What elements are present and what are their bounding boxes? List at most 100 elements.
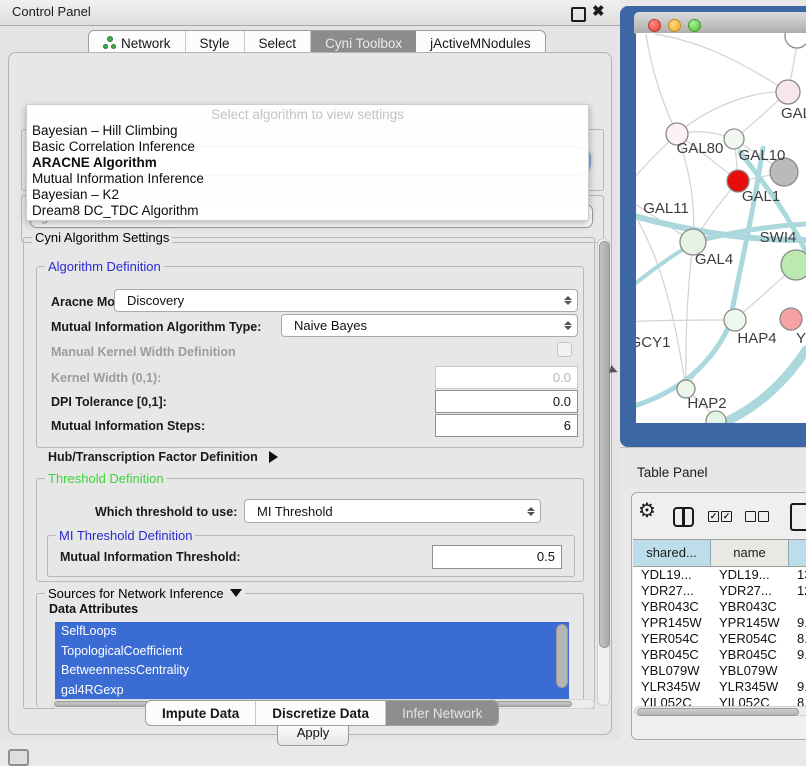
mi-threshold-field[interactable]: 0.5 <box>432 545 562 569</box>
tab-label: Impute Data <box>162 706 239 721</box>
node-label: GCY1 <box>636 334 670 351</box>
combo-spinner-icon <box>522 507 540 516</box>
sources-group-title[interactable]: Sources for Network Inference <box>45 586 245 601</box>
network-window-titlebar[interactable] <box>634 12 806 34</box>
which-threshold-combo[interactable]: MI Threshold <box>244 499 541 523</box>
algorithm-option[interactable]: Bayesian – Hill Climbing <box>27 123 588 139</box>
mi-threshold-group: MI Threshold Definition Mutual Informati… <box>47 535 575 577</box>
column-header[interactable]: shared... <box>633 540 711 566</box>
table-cell: 13 <box>789 567 806 583</box>
mac-close-icon[interactable] <box>648 19 661 32</box>
gear-icon[interactable]: ⚙ <box>638 498 656 523</box>
table-panel-title: Table Panel <box>637 465 708 480</box>
column-header[interactable]: A <box>789 540 806 566</box>
node-label: GAL80 <box>677 140 724 157</box>
deselect-checkbox-icon[interactable] <box>745 511 756 522</box>
mi-type-value: Naive Bayes <box>282 318 559 333</box>
scrollbar-thumb[interactable] <box>599 241 610 648</box>
algorithm-dropdown-popup: Select algorithm to view settings Bayesi… <box>26 104 589 221</box>
aracne-mode-combo[interactable]: Discovery <box>114 289 578 312</box>
table-cell <box>789 599 806 615</box>
table-row[interactable]: YBR045CYBR045C9. <box>633 647 806 663</box>
control-panel-titlebar: Control Panel ✖ <box>0 0 620 26</box>
dpi-tolerance-field[interactable]: 0.0 <box>435 390 578 413</box>
data-attributes-list[interactable]: SelfLoopsTopologicalCoefficientBetweenne… <box>55 622 569 700</box>
mi-steps-field[interactable]: 6 <box>435 414 578 437</box>
table-row[interactable]: YER054CYER054C8. <box>633 631 806 647</box>
column-header[interactable]: name <box>711 540 789 566</box>
network-node[interactable] <box>706 411 726 423</box>
tab-impute-data[interactable]: Impute Data <box>146 701 256 725</box>
attribute-list-item[interactable]: gal4RGexp <box>55 681 569 701</box>
table-cell: YBR045C <box>633 647 711 663</box>
network-node[interactable] <box>785 33 806 48</box>
kernel-width-field[interactable]: 0.0 <box>435 366 578 389</box>
network-edge[interactable] <box>677 92 788 134</box>
settings-vertical-scrollbar[interactable] <box>597 238 610 706</box>
network-edge[interactable] <box>636 320 724 322</box>
table-row[interactable]: YBR043CYBR043C <box>633 599 806 615</box>
select-all-checkbox-icon[interactable]: ✓ <box>708 511 719 522</box>
table-cell: YLR345W <box>633 679 711 695</box>
control-panel-title: Control Panel <box>12 4 91 19</box>
threshold-definition-group: Threshold Definition Which threshold to … <box>36 478 584 582</box>
mi-type-combo[interactable]: Naive Bayes <box>281 314 578 337</box>
float-window-icon[interactable] <box>571 7 586 22</box>
table-cell: YDR27... <box>633 583 711 599</box>
tab-label: Network <box>121 36 171 51</box>
attribute-list-item[interactable]: SelfLoops <box>55 622 569 642</box>
algorithm-option[interactable]: Basic Correlation Inference <box>27 139 588 155</box>
close-icon[interactable]: ✖ <box>592 2 605 20</box>
network-node[interactable] <box>780 308 802 330</box>
network-edge[interactable] <box>655 34 788 92</box>
new-table-icon[interactable] <box>790 503 806 531</box>
network-node[interactable] <box>724 129 744 149</box>
tab-label: Style <box>200 36 230 51</box>
threshold-definition-title: Threshold Definition <box>45 471 167 486</box>
tab-label: Select <box>259 36 297 51</box>
deselect-checkbox-icon[interactable] <box>758 511 769 522</box>
tab-infer-network[interactable]: Infer Network <box>386 701 498 725</box>
scrollbar-thumb[interactable] <box>637 708 799 716</box>
docked-panel-icon[interactable] <box>8 749 29 766</box>
table-row[interactable]: YDL19...YDL19...13 <box>633 567 806 583</box>
algorithm-option[interactable]: Bayesian – K2 <box>27 187 588 203</box>
mi-threshold-label: Mutual Information Threshold: <box>60 550 241 564</box>
table-cell <box>789 663 806 679</box>
table-cell: YBR045C <box>711 647 789 663</box>
hub-definition-toggle[interactable]: Hub/Transcription Factor Definition <box>48 450 278 464</box>
tab-label: Infer Network <box>402 706 482 721</box>
network-node[interactable] <box>776 80 800 104</box>
network-node[interactable] <box>724 309 746 331</box>
tab-discretize-data[interactable]: Discretize Data <box>256 701 386 725</box>
table-header-row[interactable]: shared...nameA <box>633 539 806 567</box>
mac-zoom-icon[interactable] <box>688 19 701 32</box>
table-row[interactable]: YDR27...YDR27...12 <box>633 583 806 599</box>
table-cell: YDL19... <box>633 567 711 583</box>
table-row[interactable]: YBL079WYBL079W <box>633 663 806 679</box>
bottom-tab-bar: Impute Data Discretize Data Infer Networ… <box>145 700 499 726</box>
table-body[interactable]: YDL19...YDL19...13YDR27...YDR27...12YBR0… <box>633 567 806 711</box>
table-row[interactable]: YLR345WYLR345W9. <box>633 679 806 695</box>
network-edge[interactable] <box>686 242 693 389</box>
algorithm-option[interactable]: Dream8 DC_TDC Algorithm <box>27 203 588 219</box>
network-canvas[interactable]: GALGAL80GAL10GAL1GAL11SWI4GAL4GCY1HAP4YH… <box>636 33 806 423</box>
tab-label: Cyni Toolbox <box>325 36 402 51</box>
select-all-checkbox-icon[interactable]: ✓ <box>721 511 732 522</box>
attribute-list-item[interactable]: BetweennessCentrality <box>55 661 569 681</box>
algorithm-definition-title: Algorithm Definition <box>45 259 164 274</box>
table-horizontal-scrollbar[interactable] <box>634 706 806 716</box>
split-columns-icon[interactable] <box>673 507 694 527</box>
mac-minimize-icon[interactable] <box>668 19 681 32</box>
algorithm-option[interactable]: ARACNE Algorithm <box>27 155 588 171</box>
network-edge[interactable] <box>646 34 677 134</box>
network-node[interactable] <box>781 250 806 280</box>
manual-kernel-checkbox[interactable] <box>557 342 572 357</box>
attribute-list-item[interactable]: TopologicalCoefficient <box>55 642 569 662</box>
table-row[interactable]: YPR145WYPR145W9. <box>633 615 806 631</box>
sources-label: Sources for Network Inference <box>48 586 224 601</box>
algorithm-definition-group: Algorithm Definition Aracne Mode: Discov… <box>36 266 584 448</box>
cyni-toolbox-panel: Inference Algorithm galFiltered.sif defa… <box>8 52 612 735</box>
algorithm-option[interactable]: Mutual Information Inference <box>27 171 588 187</box>
attributes-vertical-scrollbar[interactable] <box>556 624 568 688</box>
